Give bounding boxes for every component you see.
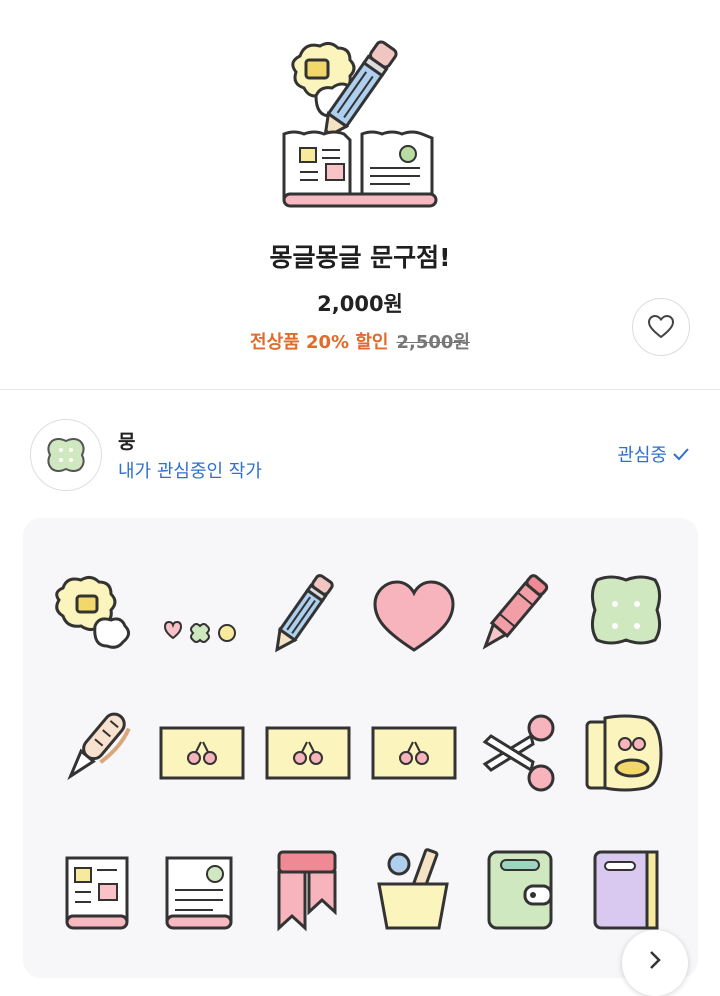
heart-outline-icon [648, 315, 674, 339]
pencil-cup-emoticon[interactable] [369, 844, 459, 934]
cherry-tape-roll-emoticon[interactable] [581, 708, 671, 798]
product-title: 몽글몽글 문구점! [269, 243, 451, 272]
discount-text: 전상품 20% 할인 [250, 332, 389, 353]
next-button[interactable] [622, 930, 688, 996]
notebook-right-emoticon[interactable] [157, 844, 247, 934]
scissors-emoticon[interactable] [475, 708, 565, 798]
clover-avatar-icon [47, 438, 85, 472]
pink-heart-emoticon[interactable] [369, 570, 459, 660]
section-divider [0, 389, 720, 390]
notebook-icon [282, 130, 438, 208]
cherry-tape-emoticon[interactable] [263, 708, 353, 798]
notebook-left-emoticon[interactable] [51, 844, 141, 934]
product-price: 2,000원 [317, 292, 403, 316]
emoticon-preview-grid [23, 518, 698, 978]
check-icon [673, 448, 689, 461]
like-button[interactable] [632, 298, 690, 356]
fountain-pen-emoticon[interactable] [51, 708, 141, 798]
product-hero: 몽글몽글 문구점! 2,000원 전상품 20% 할인 2,500원 [0, 0, 720, 390]
chevron-right-icon [650, 951, 661, 969]
avatar[interactable] [30, 419, 102, 491]
eraser-emoticon[interactable] [51, 570, 141, 660]
product-thumbnail-image [282, 40, 438, 208]
discount-row: 전상품 20% 할인 2,500원 [0, 328, 720, 354]
artist-section[interactable]: 뭉 내가 관심중인 작가 관심중 [0, 405, 720, 505]
dots-heart-clover-emoticon[interactable] [157, 570, 247, 660]
original-price: 2,500원 [396, 332, 470, 353]
green-clover-emoticon[interactable] [581, 570, 671, 660]
blue-pencil-emoticon[interactable] [263, 570, 353, 660]
artist-subtitle: 내가 관심중인 작가 [118, 461, 262, 482]
cherry-tape-emoticon[interactable] [369, 708, 459, 798]
pink-bookmark-emoticon[interactable] [263, 844, 353, 934]
green-wallet-emoticon[interactable] [475, 844, 565, 934]
follow-label: 관심중 [617, 445, 667, 466]
purple-diary-emoticon[interactable] [581, 844, 671, 934]
artist-name[interactable]: 뭉 [118, 427, 135, 454]
follow-button[interactable]: 관심중 [617, 441, 690, 467]
cherry-tape-emoticon[interactable] [157, 708, 247, 798]
pink-crayon-emoticon[interactable] [475, 570, 565, 660]
